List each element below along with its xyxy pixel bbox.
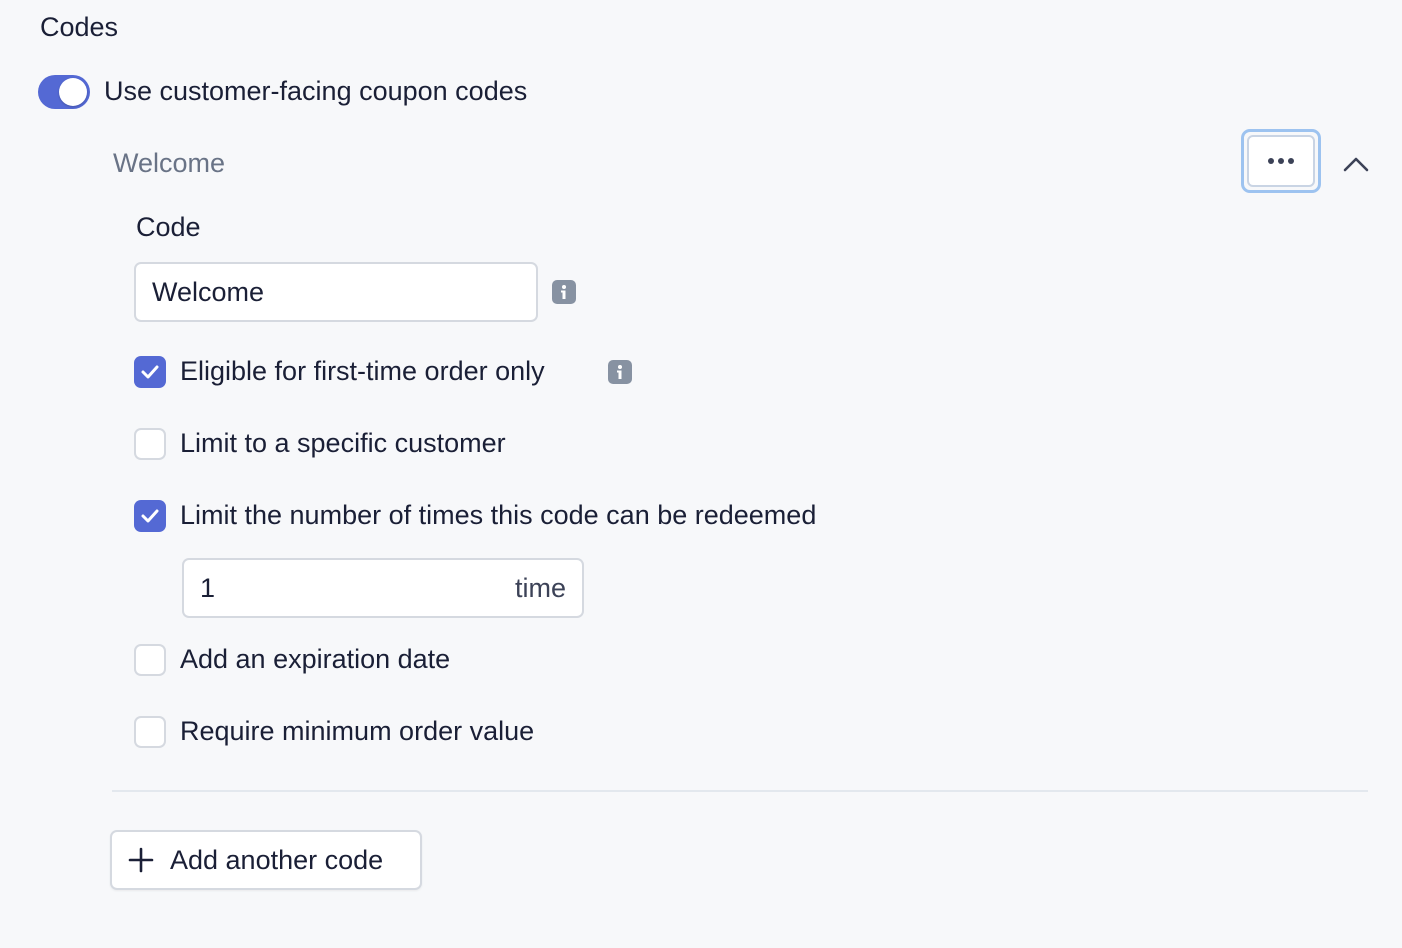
add-another-code-button[interactable]: Add another code: [110, 830, 422, 890]
code-item-title: Welcome: [113, 148, 226, 178]
info-icon[interactable]: [608, 360, 632, 384]
check-icon: [141, 509, 159, 523]
expiration-date-checkbox[interactable]: [134, 644, 166, 676]
minimum-order-checkbox[interactable]: [134, 716, 166, 748]
expiration-date-label: Add an expiration date: [180, 644, 451, 674]
redemption-limit-label: Limit the number of times this code can …: [180, 500, 817, 530]
coupon-codes-toggle[interactable]: [38, 75, 90, 109]
divider: [112, 790, 1368, 792]
toggle-label: Use customer-facing coupon codes: [104, 76, 528, 106]
more-horizontal-icon: [1268, 158, 1294, 164]
first-time-order-checkbox[interactable]: [134, 356, 166, 388]
code-field-label: Code: [136, 212, 201, 242]
specific-customer-checkbox[interactable]: [134, 428, 166, 460]
toggle-knob: [59, 78, 87, 106]
first-time-order-label: Eligible for first-time order only: [180, 356, 545, 386]
code-input[interactable]: [134, 262, 538, 322]
chevron-up-icon[interactable]: [1340, 148, 1372, 180]
minimum-order-label: Require minimum order value: [180, 716, 535, 746]
more-options-button[interactable]: [1241, 129, 1321, 193]
specific-customer-label: Limit to a specific customer: [180, 428, 506, 458]
plus-icon: [128, 847, 154, 873]
check-icon: [141, 365, 159, 379]
redemption-count-value: 1: [200, 573, 216, 603]
redemption-count-input[interactable]: 1 time: [182, 558, 584, 618]
redemption-limit-checkbox[interactable]: [134, 500, 166, 532]
section-title: Codes: [40, 12, 119, 42]
redemption-count-unit: time: [514, 573, 566, 603]
info-icon[interactable]: [552, 280, 576, 304]
add-another-code-label: Add another code: [170, 844, 384, 875]
